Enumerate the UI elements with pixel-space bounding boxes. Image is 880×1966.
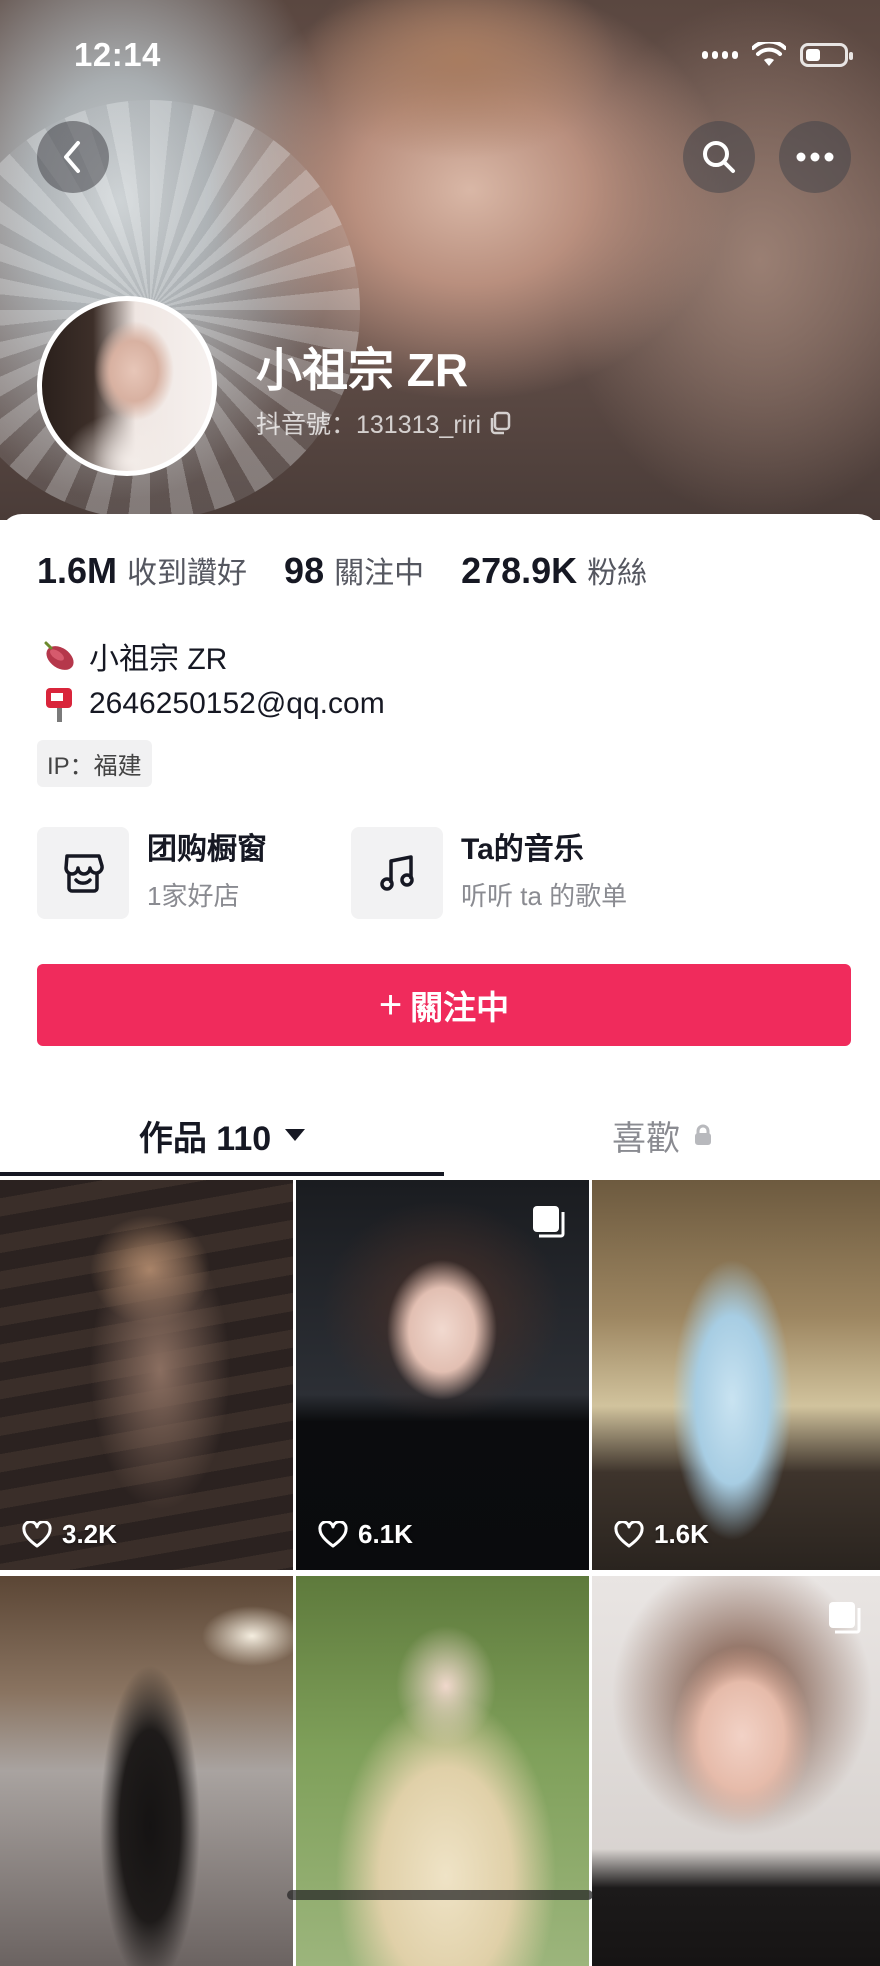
status-time: 12:14 <box>74 36 161 73</box>
heart-icon <box>614 1520 644 1547</box>
active-tab-indicator <box>0 1172 444 1176</box>
music-note-icon <box>380 855 414 891</box>
stat-following[interactable]: 98 關注中 <box>284 548 424 592</box>
music-title: Ta的音乐 <box>461 833 584 866</box>
home-indicator[interactable] <box>287 1890 593 1900</box>
more-button[interactable] <box>779 121 851 193</box>
profile-tabs: 作品 110 喜歡 <box>0 1094 880 1176</box>
lock-icon <box>695 1124 711 1145</box>
tab-works[interactable]: 作品 110 <box>0 1094 444 1176</box>
bio: 小祖宗 ZR 2646250152@qq.com IP：福建 <box>37 632 385 787</box>
video-thumbnail[interactable] <box>0 1576 293 1966</box>
video-likes: 6.1K <box>318 1519 413 1550</box>
mailbox-icon <box>37 684 81 724</box>
video-likes-count: 1.6K <box>654 1519 709 1549</box>
cellular-signal-icon <box>702 51 738 59</box>
douyin-id[interactable]: 抖音號：131313_riri <box>256 405 511 441</box>
display-name: 小祖宗 ZR <box>256 344 469 396</box>
video-thumbnail[interactable] <box>592 1576 880 1966</box>
shop-window-shortcut[interactable]: 团购橱窗 1家好店 <box>37 827 267 919</box>
stat-likes: 1.6M 收到讚好 <box>37 548 247 592</box>
stat-likes-label: 收到讚好 <box>127 557 248 590</box>
caret-down-icon <box>285 1129 306 1141</box>
music-icon-tile <box>351 827 443 919</box>
back-button[interactable] <box>37 121 109 193</box>
video-thumbnail[interactable]: 6.1K <box>296 1180 589 1570</box>
shop-window-subtitle: 1家好店 <box>147 881 240 911</box>
wifi-icon <box>752 42 786 66</box>
ip-location-tag: IP：福建 <box>37 740 152 787</box>
tab-likes-label: 喜歡 <box>612 1119 680 1158</box>
bio-name-text: 小祖宗 ZR <box>89 643 228 676</box>
follow-button-label: 關注中 <box>410 989 510 1026</box>
video-thumbnail[interactable]: 1.6K <box>592 1180 880 1570</box>
music-subtitle: 听听 ta 的歌单 <box>461 881 628 911</box>
battery-icon <box>800 43 853 67</box>
music-shortcut[interactable]: Ta的音乐 听听 ta 的歌单 <box>351 827 627 919</box>
douyin-id-text: 抖音號：131313_riri <box>256 411 482 439</box>
more-icon <box>796 152 834 162</box>
status-icons <box>702 42 853 68</box>
video-likes-count: 6.1K <box>358 1519 413 1549</box>
bio-line-name: 小祖宗 ZR <box>37 632 385 680</box>
back-icon <box>64 141 80 173</box>
heart-icon <box>22 1520 52 1547</box>
shop-icon-tile <box>37 827 129 919</box>
search-icon <box>703 141 735 173</box>
search-button[interactable] <box>683 121 755 193</box>
stat-followers-value: 278.9K <box>461 550 578 591</box>
copy-icon[interactable] <box>489 411 511 435</box>
status-bar: 12:14 <box>0 0 880 110</box>
video-likes: 3.2K <box>22 1519 117 1550</box>
tab-likes[interactable]: 喜歡 <box>444 1094 880 1176</box>
profile-card: 1.6M 收到讚好 98 關注中 278.9K 粉絲 小祖宗 ZR 264625… <box>0 514 880 1966</box>
profile-stats: 1.6M 收到讚好 98 關注中 278.9K 粉絲 <box>37 548 684 592</box>
stat-followers-label: 粉絲 <box>587 557 648 590</box>
stat-following-value: 98 <box>284 550 325 591</box>
follow-button[interactable]: + 關注中 <box>37 964 851 1046</box>
bio-line-email: 2646250152@qq.com <box>37 680 385 728</box>
video-thumbnail[interactable] <box>296 1576 589 1966</box>
heart-icon <box>318 1520 348 1547</box>
avatar[interactable] <box>37 296 217 476</box>
video-grid: 3.2K 6.1K 1.6K <box>0 1180 880 1966</box>
stat-following-label: 關注中 <box>334 557 425 590</box>
video-likes: 1.6K <box>614 1519 709 1550</box>
video-thumbnail[interactable]: 3.2K <box>0 1180 293 1570</box>
plus-icon: + <box>378 983 403 1027</box>
multi-image-icon <box>829 1602 861 1634</box>
bio-email-text: 2646250152@qq.com <box>89 687 385 720</box>
video-likes-count: 3.2K <box>62 1519 117 1549</box>
tab-works-label: 作品 110 <box>138 1119 272 1158</box>
multi-image-icon <box>533 1206 565 1238</box>
stat-likes-value: 1.6M <box>37 550 118 591</box>
shop-window-title: 团购橱窗 <box>147 833 267 866</box>
stat-followers[interactable]: 278.9K 粉絲 <box>461 548 647 592</box>
shop-icon <box>64 854 104 893</box>
sweet-potato-icon <box>37 636 81 676</box>
